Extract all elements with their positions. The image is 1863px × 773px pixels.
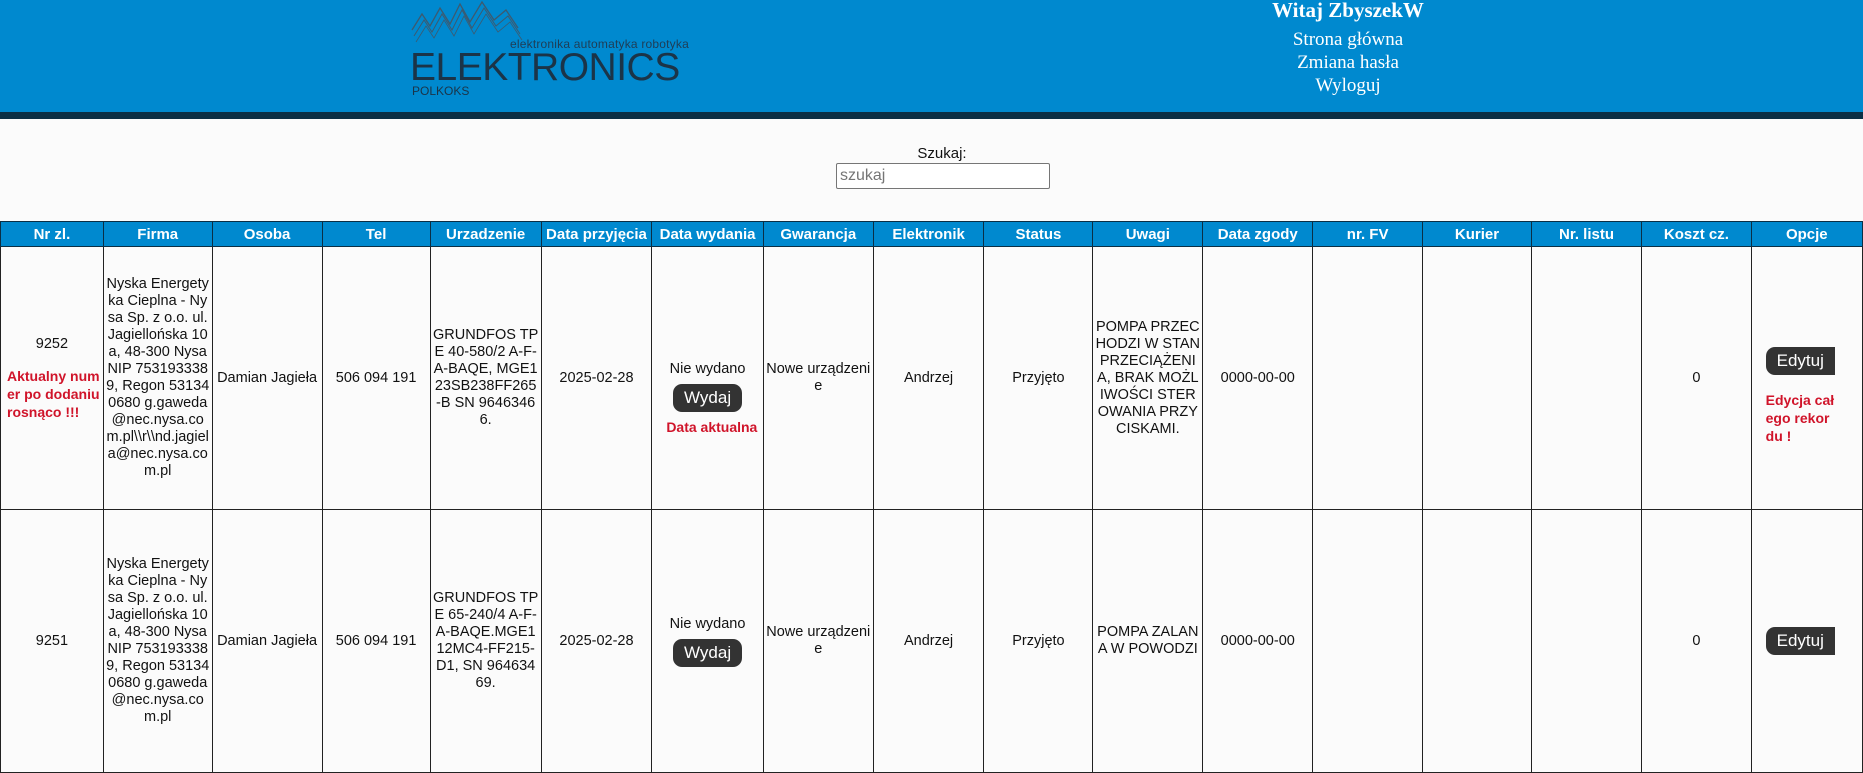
cell-status: Przyjęto <box>983 246 1094 510</box>
cell-nr-listu <box>1530 509 1643 773</box>
cell-osoba: Damian Jagieła <box>211 246 323 510</box>
search-label: Szukaj: <box>917 145 967 162</box>
col-header-firma[interactable]: Firma <box>102 221 213 247</box>
cell-uwagi: POMPA PRZECHODZI W STAN PRZECIĄŻENIA, BR… <box>1092 246 1204 510</box>
welcome-text: Witaj ZbyszekW <box>1272 0 1424 22</box>
issue-status: Nie wydano <box>669 615 746 632</box>
col-header-status[interactable]: Status <box>983 221 1094 247</box>
col-header-uwagi[interactable]: Uwagi <box>1092 221 1204 247</box>
col-header-data-przyjecia[interactable]: Data przyjęcia <box>540 221 653 247</box>
table-row: 9252 Aktualny numer po dodaniu rosnąco !… <box>0 246 1863 510</box>
cell-urzadzenie: GRUNDFOS TPE 40-580/2 A-F-A-BAQE, MGE123… <box>429 246 542 510</box>
repairs-table: Nr zl. Firma Osoba Tel Urzadzenie Data p… <box>0 221 1863 773</box>
header: elektronika automatyka robotyka ELEKTRON… <box>0 0 1863 112</box>
cell-gwarancja: Nowe urządzenie <box>762 246 874 510</box>
cell-opcje: Edytuj Edycja całego rekordu ! <box>1750 246 1863 510</box>
cell-elektronik: Andrzej <box>872 246 985 510</box>
col-header-nr-listu[interactable]: Nr. listu <box>1530 221 1643 247</box>
logo-sub: POLKOKS <box>412 84 470 98</box>
cell-koszt: 0 <box>1641 509 1752 773</box>
col-header-data-zgody[interactable]: Data zgody <box>1202 221 1314 247</box>
col-header-nr-fv[interactable]: nr. FV <box>1312 221 1424 247</box>
edit-button[interactable]: Edytuj <box>1765 347 1835 375</box>
home-link[interactable]: Strona główna <box>1230 28 1466 51</box>
cell-kurier <box>1422 509 1532 773</box>
cell-koszt: 0 <box>1641 246 1752 510</box>
col-header-koszt[interactable]: Koszt cz. <box>1641 221 1752 247</box>
cell-data-przyjecia: 2025-02-28 <box>540 246 653 510</box>
issue-status: Nie wydano <box>669 360 746 377</box>
cell-uwagi: POMPA ZALANA W POWODZI <box>1092 509 1204 773</box>
cell-elektronik: Andrzej <box>872 509 985 773</box>
cell-tel: 506 094 191 <box>321 509 431 773</box>
col-header-data-wydania[interactable]: Data wydania <box>651 221 764 247</box>
issue-button[interactable]: Wydaj <box>673 383 743 412</box>
col-header-gwarancja[interactable]: Gwarancja <box>762 221 874 247</box>
cell-data-przyjecia: 2025-02-28 <box>540 509 653 773</box>
col-header-elektronik[interactable]: Elektronik <box>872 221 985 247</box>
cell-gwarancja: Nowe urządzenie <box>762 509 874 773</box>
header-divider <box>0 112 1863 119</box>
cell-opcje: Edytuj <box>1750 509 1863 773</box>
cell-data-wydania: Nie wydano Wydaj Data aktualna <box>651 246 764 510</box>
cell-nr-listu <box>1530 246 1643 510</box>
cell-status: Przyjęto <box>983 509 1094 773</box>
order-number: 9252 <box>35 335 69 352</box>
search-input[interactable] <box>836 163 1050 189</box>
issue-button[interactable]: Wydaj <box>673 638 743 667</box>
col-header-urzadzenie[interactable]: Urzadzenie <box>429 221 542 247</box>
edit-button[interactable]: Edytuj <box>1765 627 1835 655</box>
edit-record-note: Edycja całego rekordu ! <box>1765 392 1835 444</box>
col-header-kurier[interactable]: Kurier <box>1422 221 1532 247</box>
search-box: Szukaj: <box>836 145 1050 189</box>
change-password-link[interactable]: Zmiana hasła <box>1230 51 1466 74</box>
order-number-note: Aktualny numer po dodaniu rosnąco !!! <box>7 367 100 420</box>
cell-nr-fv <box>1312 509 1424 773</box>
col-header-osoba[interactable]: Osoba <box>211 221 323 247</box>
cell-data-zgody: 0000-00-00 <box>1202 246 1314 510</box>
col-header-opcje[interactable]: Opcje <box>1750 221 1863 247</box>
logout-link[interactable]: Wyloguj <box>1230 74 1466 97</box>
cell-urzadzenie: GRUNDFOS TPE 65-240/4 A-F-A-BAQE.MGE112M… <box>429 509 542 773</box>
table-header-row: Nr zl. Firma Osoba Tel Urzadzenie Data p… <box>0 221 1863 247</box>
col-header-nr[interactable]: Nr zl. <box>0 221 104 247</box>
cell-data-zgody: 0000-00-00 <box>1202 509 1314 773</box>
user-menu: Witaj ZbyszekW Strona główna Zmiana hasł… <box>1230 0 1466 97</box>
issue-date-note: Data aktualna <box>666 418 758 435</box>
cell-firma: Nyska Energetyka Cieplna - Nysa Sp. z o.… <box>102 509 213 773</box>
company-logo[interactable]: elektronika automatyka robotyka ELEKTRON… <box>410 0 689 100</box>
col-header-tel[interactable]: Tel <box>321 221 431 247</box>
cell-data-wydania: Nie wydano Wydaj <box>651 509 764 773</box>
cell-firma: Nyska Energetyka Cieplna - Nysa Sp. z o.… <box>102 246 213 510</box>
cell-kurier <box>1422 246 1532 510</box>
table-row: 9251 Nyska Energetyka Cieplna - Nysa Sp.… <box>0 509 1863 773</box>
cell-tel: 506 094 191 <box>321 246 431 510</box>
cell-osoba: Damian Jagieła <box>211 509 323 773</box>
cell-nr: 9252 Aktualny numer po dodaniu rosnąco !… <box>0 246 104 510</box>
cell-nr: 9251 <box>0 509 104 773</box>
cell-nr-fv <box>1312 246 1424 510</box>
